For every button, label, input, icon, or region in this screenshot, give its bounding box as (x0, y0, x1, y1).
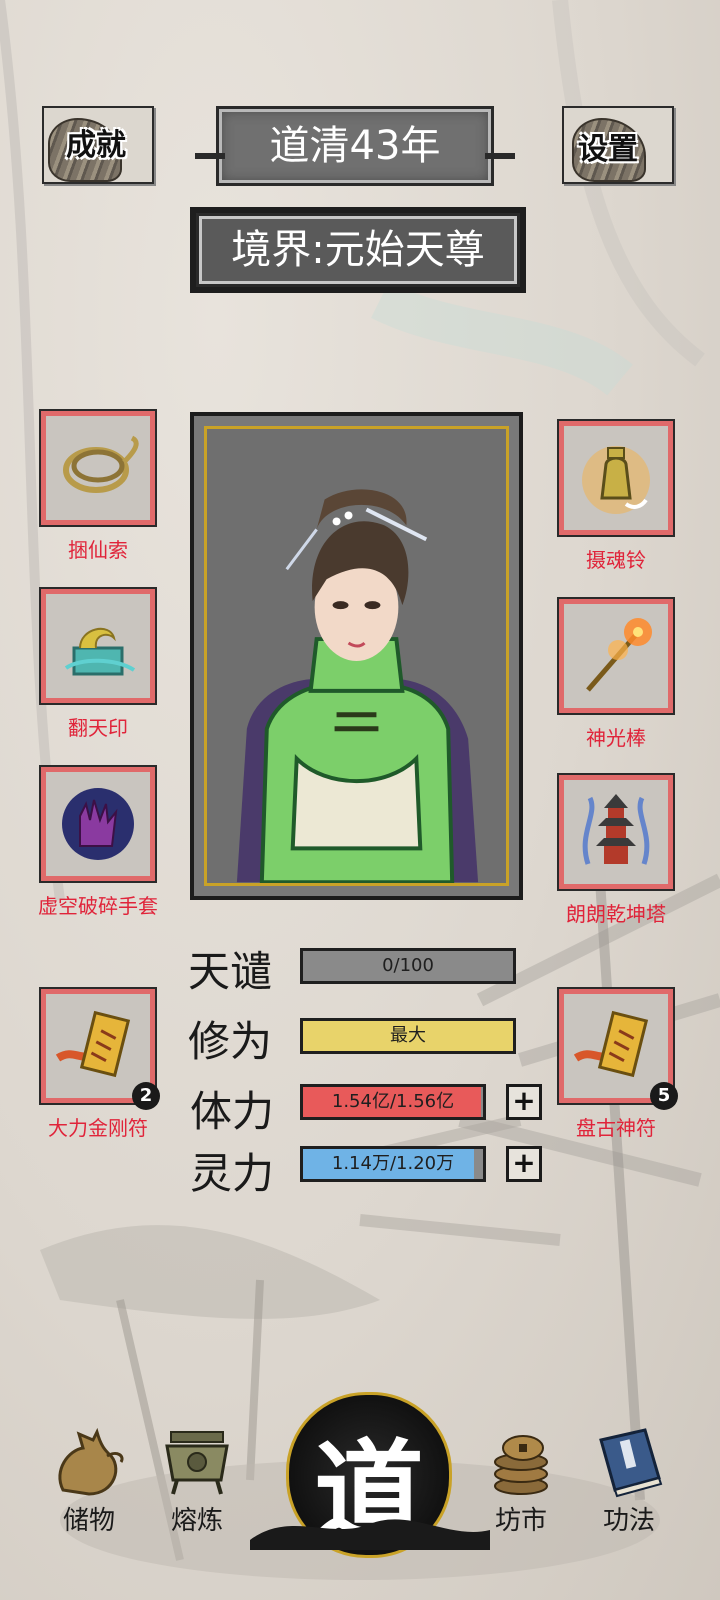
stat-label-xiuwei: 修为 (188, 1017, 273, 1066)
item-count-badge: 5 (650, 1082, 678, 1110)
item-name: 摄魂铃 (586, 548, 646, 572)
tianqian-bar: 0/100 (300, 948, 516, 984)
talisman-icon (573, 1010, 649, 1078)
realm-title: 境界:元始天尊 (196, 213, 520, 287)
lingli-bar: 1.14万/1.20万 (300, 1146, 486, 1182)
nav-label: 熔炼 (170, 1506, 223, 1536)
settings-label: 设置 (578, 132, 638, 167)
achievements-label: 成就 (66, 128, 126, 163)
achievements-button[interactable]: 成就 (42, 106, 154, 184)
nav-storage[interactable]: 储物 (44, 1420, 134, 1537)
nav-label: 功法 (602, 1506, 655, 1536)
stat-label-tianqian: 天谴 (188, 947, 273, 996)
stat-label-tili: 体力 (190, 1087, 275, 1136)
rope-icon (63, 435, 139, 493)
item-slot-pangu-talisman[interactable]: 5 盘古神符 (557, 987, 678, 1140)
item-name: 大力金刚符 (48, 1116, 148, 1140)
item-name: 盘古神符 (576, 1116, 656, 1140)
character-illustration (236, 489, 479, 883)
bell-icon (582, 446, 650, 514)
talisman-icon (55, 1010, 131, 1078)
item-name: 捆仙索 (68, 538, 128, 562)
stat-label-lingli: 灵力 (190, 1149, 275, 1198)
nav-smelt[interactable]: 熔炼 (152, 1420, 242, 1537)
pouch-icon (58, 1427, 124, 1496)
item-slot-light-staff[interactable]: 神光棒 (557, 597, 675, 750)
dragon-seal-icon (64, 628, 136, 676)
nav-label: 坊市 (494, 1506, 547, 1536)
item-slot-vajra-talisman[interactable]: 2 大力金刚符 (39, 987, 160, 1140)
item-slot-heaven-seal[interactable]: 翻天印 (39, 587, 157, 740)
item-slot-void-glove[interactable]: 虚空破碎手套 (38, 765, 158, 918)
nav-market[interactable]: 坊市 (476, 1420, 566, 1537)
nav-label: 储物 (62, 1506, 115, 1536)
item-slot-pagoda[interactable]: 朗朗乾坤塔 (557, 773, 675, 926)
bar-value: 1.54亿/1.56亿 (331, 1091, 455, 1112)
lingli-add-button[interactable]: + (506, 1146, 542, 1182)
cloud-decoration (250, 1519, 490, 1550)
void-glove-icon (62, 788, 134, 860)
item-slot-soul-bell[interactable]: 摄魂铃 (557, 419, 675, 572)
nav-skills[interactable]: 功法 (584, 1420, 674, 1537)
coins-icon (494, 1435, 548, 1495)
item-name: 神光棒 (586, 726, 646, 750)
pagoda-icon (582, 794, 650, 865)
settings-button[interactable]: 设置 (562, 106, 674, 184)
year-title: 道清43年 (195, 106, 515, 186)
cauldron-icon (165, 1431, 229, 1495)
bar-value: 0/100 (382, 955, 434, 976)
item-name: 翻天印 (68, 716, 128, 740)
xiuwei-bar: 最大 (300, 1018, 516, 1054)
item-name: 虚空破碎手套 (38, 894, 158, 918)
item-count-badge: 2 (132, 1082, 160, 1110)
item-name: 朗朗乾坤塔 (566, 902, 666, 926)
tili-bar: 1.54亿/1.56亿 (300, 1084, 486, 1120)
tili-add-button[interactable]: + (506, 1084, 542, 1120)
bar-value: 最大 (390, 1025, 426, 1046)
character-portrait[interactable] (190, 412, 523, 900)
item-slot-binding-rope[interactable]: 捆仙索 (39, 409, 157, 562)
book-icon (599, 1428, 663, 1498)
fire-staff-icon (586, 618, 652, 692)
bar-value: 1.14万/1.20万 (331, 1153, 455, 1174)
